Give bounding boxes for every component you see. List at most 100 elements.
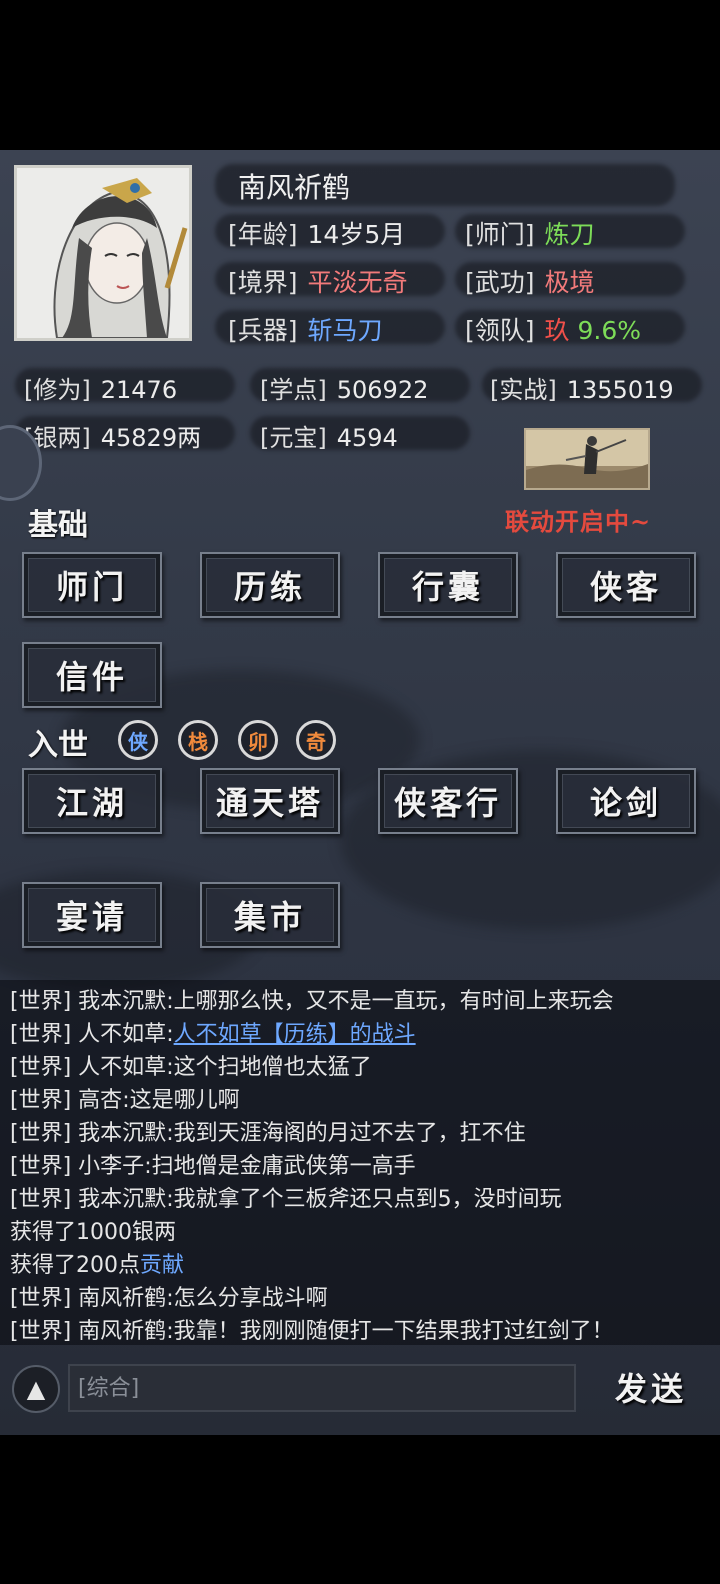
team-label: [领队] xyxy=(465,316,535,345)
age-label: [年龄] xyxy=(228,220,298,249)
chat-log[interactable]: [世界] 我本沉默:上哪那么快，又不是一直玩，有时间上来玩会 [世界] 人不如草… xyxy=(0,980,720,1345)
chat-separator: : xyxy=(166,1022,174,1047)
channel-tag: [世界] xyxy=(10,1022,72,1047)
seal-xia-icon[interactable]: 侠 xyxy=(118,720,158,760)
chat-user[interactable]: 小李子 xyxy=(78,1154,144,1179)
channel-tag: [世界] xyxy=(10,1286,72,1311)
cultivation-stat: [修为] 21476 xyxy=(24,370,177,405)
chat-text: :我到天涯海阁的月过不去了，扛不住 xyxy=(166,1121,526,1146)
inventory-button[interactable]: 行囊 xyxy=(378,552,518,618)
chat-message: [世界] 南风祈鹤:我靠！我刚刚随便打一下结果我打过红剑了！ xyxy=(10,1313,614,1345)
martial-label: [武功] xyxy=(465,268,535,297)
study-stat: [学点] 506922 xyxy=(260,370,428,405)
channel-tag: [世界] xyxy=(10,1187,72,1212)
chat-text: :我就拿了个三板斧还只点到5，没时间玩 xyxy=(166,1187,562,1212)
sect-value: 炼刀 xyxy=(544,220,595,249)
market-button[interactable]: 集市 xyxy=(200,882,340,948)
channel-tag: [世界] xyxy=(10,1319,72,1344)
chat-user[interactable]: 人不如草 xyxy=(78,1055,166,1080)
sect-stat[interactable]: [师门] 炼刀 xyxy=(465,215,595,251)
combat-value: 1355019 xyxy=(566,376,674,404)
player-portrait[interactable] xyxy=(14,165,192,341)
chat-user[interactable]: 南风祈鹤 xyxy=(78,1319,166,1344)
silver-value: 45829两 xyxy=(100,424,202,452)
chat-message: [世界] 小李子:扫地僧是金庸武侠第一高手 xyxy=(10,1148,416,1180)
chat-user[interactable]: 我本沉默 xyxy=(78,1187,166,1212)
chat-message: [世界] 人不如草:人不如草【历练】的战斗 xyxy=(10,1016,416,1048)
tower-button[interactable]: 通天塔 xyxy=(200,768,340,834)
event-status-text[interactable]: 联动开启中~ xyxy=(505,502,651,537)
chat-input-bar: ▲ 发送 xyxy=(0,1355,720,1435)
team-stat[interactable]: [领队] 玖 9.6% xyxy=(465,311,641,347)
study-label: [学点] xyxy=(260,376,327,404)
seal-qi-icon[interactable]: 奇 xyxy=(296,720,336,760)
chat-message: [世界] 南风祈鹤:怎么分享战斗啊 xyxy=(10,1280,328,1312)
martial-stat[interactable]: [武功] 极境 xyxy=(465,263,595,299)
realm-value: 平淡无奇 xyxy=(307,268,408,297)
ingot-label: [元宝] xyxy=(260,424,327,452)
chat-message: [世界] 人不如草:这个扫地僧也太猛了 xyxy=(10,1049,372,1081)
chat-text: :我靠！我刚刚随便打一下结果我打过红剑了！ xyxy=(166,1319,614,1344)
event-banner-image[interactable] xyxy=(524,428,650,490)
channel-tag: [世界] xyxy=(10,1154,72,1179)
ingot-value: 4594 xyxy=(336,424,398,452)
combat-label: [实战] xyxy=(490,376,557,404)
silver-stat: [银两] 45829两 xyxy=(24,418,201,453)
combat-stat: [实战] 1355019 xyxy=(490,370,674,405)
world-section-title: 入世 xyxy=(28,728,88,763)
chat-text: :扫地僧是金庸武侠第一高手 xyxy=(144,1154,416,1179)
jianghu-button[interactable]: 江湖 xyxy=(22,768,162,834)
game-screen: 南风祈鹤 [年龄] 14岁5月 [师门] 炼刀 [境界] 平淡无奇 [武功] 极境 [兵… xyxy=(0,150,720,1435)
expand-up-icon[interactable]: ▲ xyxy=(12,1365,60,1413)
chat-user[interactable]: 我本沉默 xyxy=(78,1121,166,1146)
weapon-value: 斩马刀 xyxy=(307,316,383,345)
sect-label: [师门] xyxy=(465,220,535,249)
banquet-button[interactable]: 宴请 xyxy=(22,882,162,948)
chat-user[interactable]: 高杏 xyxy=(78,1088,122,1113)
system-text: 获得了200点 xyxy=(10,1253,140,1278)
channel-tag: [世界] xyxy=(10,1121,72,1146)
portrait-illustration xyxy=(17,168,189,338)
weapon-label: [兵器] xyxy=(228,316,298,345)
age-value: 14岁5月 xyxy=(307,220,406,249)
chat-user[interactable]: 我本沉默 xyxy=(78,989,166,1014)
training-button[interactable]: 历练 xyxy=(200,552,340,618)
team-percent: 9.6% xyxy=(577,316,641,345)
chat-message: [世界] 我本沉默:我到天涯海阁的月过不去了，扛不住 xyxy=(10,1115,526,1147)
channel-tag: [世界] xyxy=(10,989,72,1014)
weapon-stat[interactable]: [兵器] 斩马刀 xyxy=(228,311,383,347)
chat-text: :这个扫地僧也太猛了 xyxy=(166,1055,372,1080)
cultivation-value: 21476 xyxy=(100,376,178,404)
age-stat: [年龄] 14岁5月 xyxy=(228,215,405,251)
companion-button[interactable]: 侠客 xyxy=(556,552,696,618)
event-illustration xyxy=(526,430,648,488)
channel-tag: [世界] xyxy=(10,1088,72,1113)
realm-stat: [境界] 平淡无奇 xyxy=(228,263,408,299)
player-name: 南风祈鹤 xyxy=(238,171,351,204)
battle-link[interactable]: 人不如草【历练】的战斗 xyxy=(174,1022,416,1047)
chat-text: :上哪那么快，又不是一直玩，有时间上来玩会 xyxy=(166,989,614,1014)
system-message: 获得了1000银两 xyxy=(10,1220,176,1245)
chat-message: [世界] 我本沉默:上哪那么快，又不是一直玩，有时间上来玩会 xyxy=(10,983,614,1015)
basic-section-title: 基础 xyxy=(28,508,88,543)
realm-label: [境界] xyxy=(228,268,298,297)
send-button[interactable]: 发送 xyxy=(596,1359,706,1415)
chat-message: [世界] 高杏:这是哪儿啊 xyxy=(10,1082,240,1114)
sect-button[interactable]: 师门 xyxy=(22,552,162,618)
channel-tag: [世界] xyxy=(10,1055,72,1080)
team-value: 玖 xyxy=(544,316,570,345)
mail-button[interactable]: 信件 xyxy=(22,642,162,708)
chat-input[interactable] xyxy=(68,1364,576,1412)
chat-message: [世界] 我本沉默:我就拿了个三板斧还只点到5，没时间玩 xyxy=(10,1181,562,1213)
duel-button[interactable]: 论剑 xyxy=(556,768,696,834)
martial-value: 极境 xyxy=(544,268,595,297)
system-message: 获得了200点贡献 xyxy=(10,1247,184,1279)
cultivation-label: [修为] xyxy=(24,376,91,404)
seal-zhan-icon[interactable]: 栈 xyxy=(178,720,218,760)
ingot-stat: [元宝] 4594 xyxy=(260,418,398,453)
study-value: 506922 xyxy=(336,376,429,404)
chat-user[interactable]: 人不如草 xyxy=(78,1022,166,1047)
xiakexing-button[interactable]: 侠客行 xyxy=(378,768,518,834)
chat-user[interactable]: 南风祈鹤 xyxy=(78,1286,166,1311)
seal-mao-icon[interactable]: 卯 xyxy=(238,720,278,760)
